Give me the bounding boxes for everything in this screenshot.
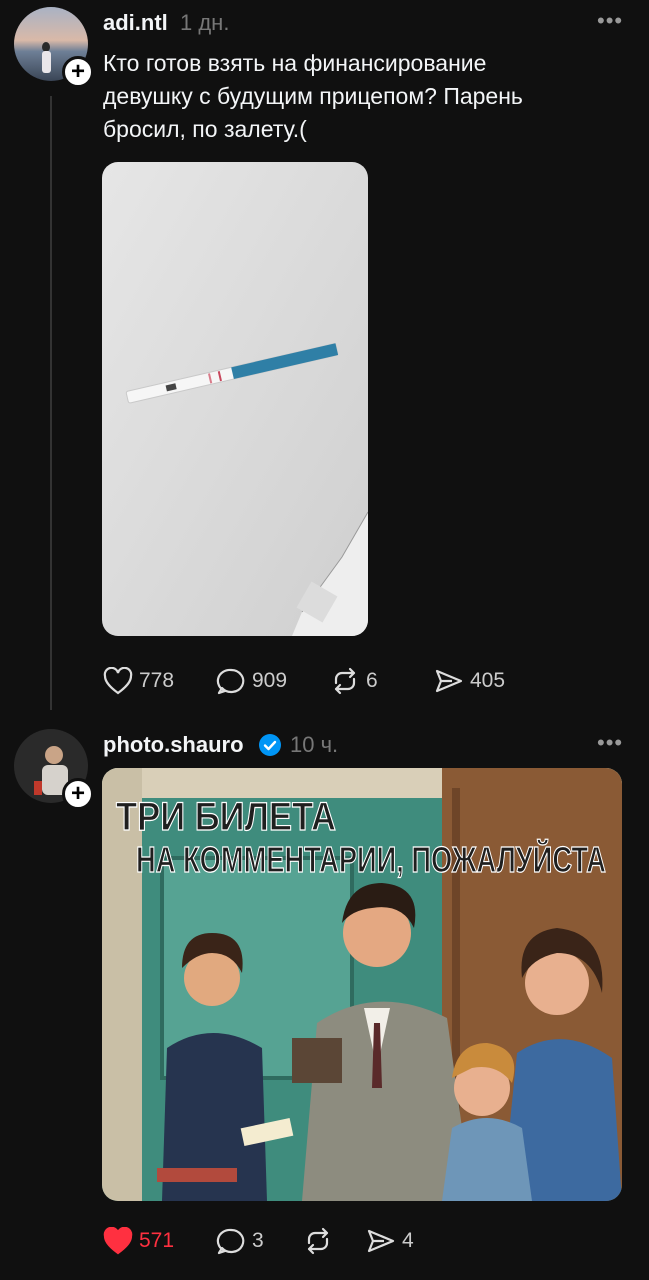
post-text-line: девушку с будущим прицепом? Парень: [103, 83, 523, 109]
username[interactable]: photo.shauro: [103, 732, 244, 758]
poster-title-line2: НА КОММЕНТАРИИ, ПОЖАЛУЙСТА: [136, 838, 606, 880]
post-image[interactable]: ТРИ БИЛЕТА НА КОММЕНТАРИИ, ПОЖАЛУЙСТА: [102, 768, 622, 1201]
like-button[interactable]: 571: [103, 1227, 216, 1255]
comment-count: 909: [252, 669, 288, 692]
comment-icon: [216, 1228, 245, 1255]
follow-plus-icon[interactable]: +: [62, 778, 94, 810]
share-button[interactable]: 4: [366, 1227, 414, 1255]
post-actions: 778 909 6 405: [103, 667, 505, 695]
comment-icon: [216, 668, 245, 695]
post-photo[interactable]: [102, 162, 368, 636]
share-button[interactable]: 405: [434, 667, 505, 695]
like-count: 571: [139, 1229, 175, 1252]
repost-count: 6: [366, 669, 378, 692]
repost-button[interactable]: 6: [330, 667, 434, 695]
share-icon: [367, 1229, 395, 1253]
like-count: 778: [139, 669, 175, 692]
verified-badge-icon: [259, 734, 281, 756]
repost-button[interactable]: [303, 1227, 366, 1255]
comment-count: 3: [252, 1229, 264, 1252]
thread-line: [50, 96, 52, 710]
post-text-line: Кто готов взять на финансирование: [103, 50, 487, 76]
like-button[interactable]: 778: [103, 667, 216, 695]
comment-button[interactable]: 909: [216, 667, 330, 695]
post-actions: 571 3 4: [103, 1227, 414, 1255]
heart-filled-icon: [103, 1227, 133, 1255]
username[interactable]: adi.ntl: [103, 10, 168, 36]
share-icon: [435, 669, 463, 693]
post-1: + adi.ntl 1 дн. ••• Кто готов взять на ф…: [0, 0, 649, 715]
comment-button[interactable]: 3: [216, 1227, 303, 1255]
share-count: 4: [402, 1229, 414, 1252]
share-count: 405: [470, 669, 506, 692]
post-time: 1 дн.: [180, 10, 230, 35]
follow-plus-icon[interactable]: +: [62, 56, 94, 88]
heart-icon: [103, 667, 133, 695]
post-text-line: бросил, по залету.(: [103, 116, 307, 142]
poster-title-line1: ТРИ БИЛЕТА: [116, 795, 336, 839]
repost-icon: [334, 667, 356, 695]
more-options-icon[interactable]: •••: [597, 8, 623, 34]
more-options-icon[interactable]: •••: [597, 730, 623, 756]
repost-icon: [307, 1227, 329, 1255]
post-2: + photo.shauro 10 ч. ••• ТРИ БИЛЕТА НА К…: [0, 715, 649, 1280]
post-text: Кто готов взять на финансирование девушк…: [103, 47, 523, 146]
post-time: 10 ч.: [290, 732, 339, 757]
